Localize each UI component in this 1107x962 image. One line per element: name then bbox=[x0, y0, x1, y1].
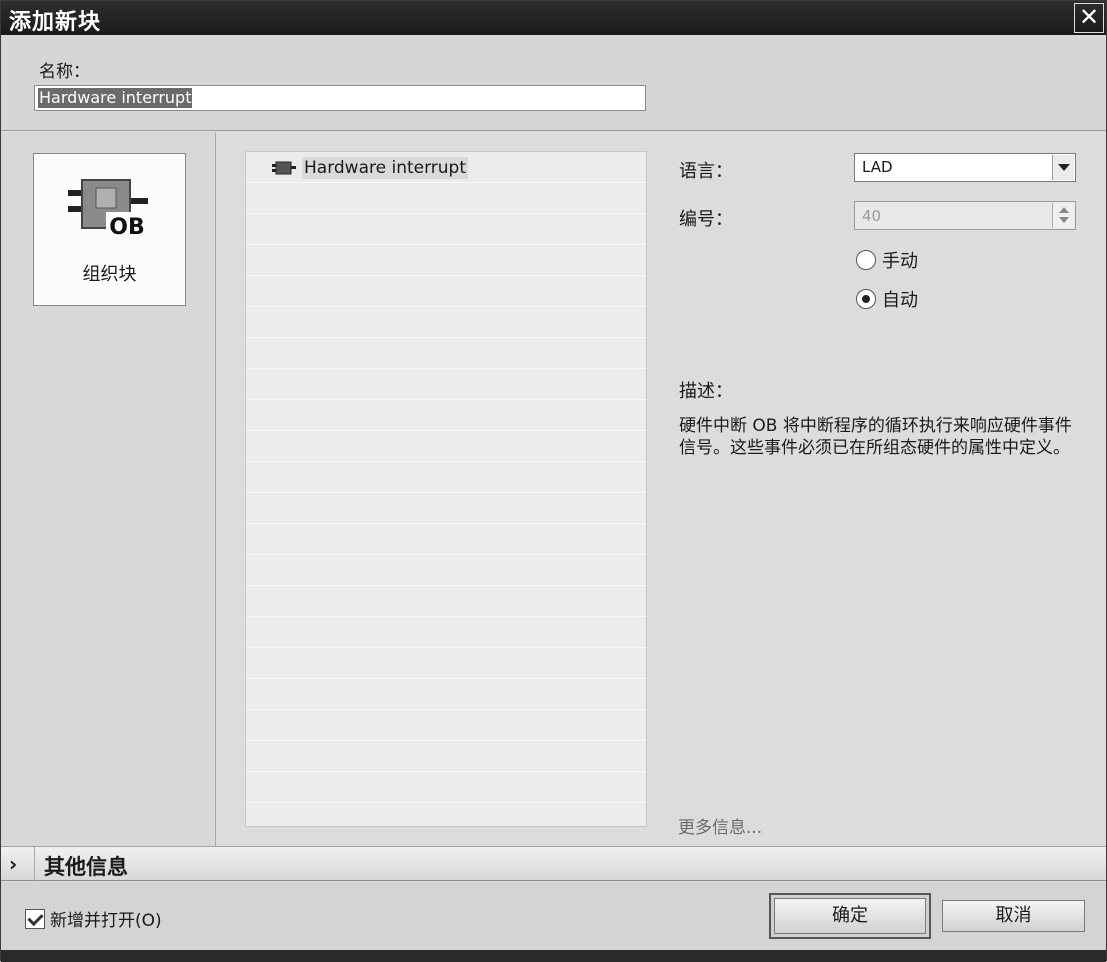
other-info-bar[interactable]: › 其他信息 bbox=[1, 846, 1106, 881]
close-icon[interactable]: ✕ bbox=[1074, 3, 1104, 33]
other-info-label: 其他信息 bbox=[44, 855, 128, 879]
spin-buttons bbox=[1052, 203, 1074, 228]
ok-button[interactable]: 确定 bbox=[774, 898, 926, 934]
cancel-button[interactable]: 取消 bbox=[942, 900, 1085, 932]
title-bar: 添加新块 ✕ bbox=[1, 1, 1106, 35]
chevron-down-icon[interactable] bbox=[1052, 155, 1074, 180]
auto-radio[interactable] bbox=[856, 289, 876, 309]
spin-up-icon bbox=[1059, 207, 1069, 213]
list-item[interactable]: Hardware interrupt bbox=[272, 156, 469, 180]
spin-down-icon bbox=[1059, 217, 1069, 223]
description-text: 硬件中断 OB 将中断程序的循环执行来响应硬件事件信号。这些事件必须已在所组态硬… bbox=[679, 416, 1072, 458]
add-and-open-label: 新增并打开(O) bbox=[50, 911, 162, 931]
dialog-title: 添加新块 bbox=[9, 9, 102, 35]
block-list: Hardware interrupt bbox=[245, 151, 647, 827]
add-new-block-dialog: 添加新块 ✕ 名称： Hardware interrupt OB 组织块 Har… bbox=[0, 0, 1107, 962]
ob-block-icon: OB bbox=[68, 179, 148, 240]
manual-radio-row[interactable]: 手动 bbox=[856, 247, 918, 273]
organization-block-label: 组织块 bbox=[82, 264, 137, 285]
language-label: 语言： bbox=[679, 161, 733, 182]
name-label: 名称： bbox=[39, 62, 90, 82]
list-item-label: Hardware interrupt bbox=[302, 157, 469, 179]
bottom-strip bbox=[1, 950, 1106, 962]
more-info-link[interactable]: 更多信息... bbox=[678, 813, 762, 838]
add-and-open-checkbox[interactable] bbox=[25, 908, 45, 929]
number-label: 编号： bbox=[679, 209, 733, 230]
name-input[interactable]: Hardware interrupt bbox=[34, 85, 646, 111]
add-and-open-row[interactable]: 新增并打开(O) bbox=[25, 906, 162, 931]
name-section: 名称： Hardware interrupt bbox=[1, 35, 1106, 131]
manual-radio[interactable] bbox=[856, 250, 876, 270]
organization-block-tile[interactable]: OB 组织块 bbox=[33, 153, 186, 306]
number-stepper: 40 bbox=[854, 201, 1076, 230]
language-value: LAD bbox=[862, 158, 893, 176]
auto-radio-row[interactable]: 自动 bbox=[856, 286, 918, 312]
language-select[interactable]: LAD bbox=[854, 153, 1076, 182]
ob-tree-icon bbox=[272, 161, 296, 175]
ok-button-focus: 确定 bbox=[769, 893, 931, 939]
number-value: 40 bbox=[862, 207, 882, 225]
name-input-value: Hardware interrupt bbox=[38, 88, 193, 108]
dialog-footer: 新增并打开(O) 确定 取消 bbox=[1, 882, 1106, 950]
auto-label: 自动 bbox=[882, 290, 918, 311]
manual-label: 手动 bbox=[882, 251, 918, 272]
ob-icon-text: OB bbox=[109, 215, 144, 240]
block-type-pane: OB 组织块 bbox=[1, 132, 216, 846]
divider bbox=[34, 847, 35, 881]
chevron-right-icon[interactable]: › bbox=[9, 852, 17, 876]
description-label: 描述： bbox=[679, 381, 733, 402]
